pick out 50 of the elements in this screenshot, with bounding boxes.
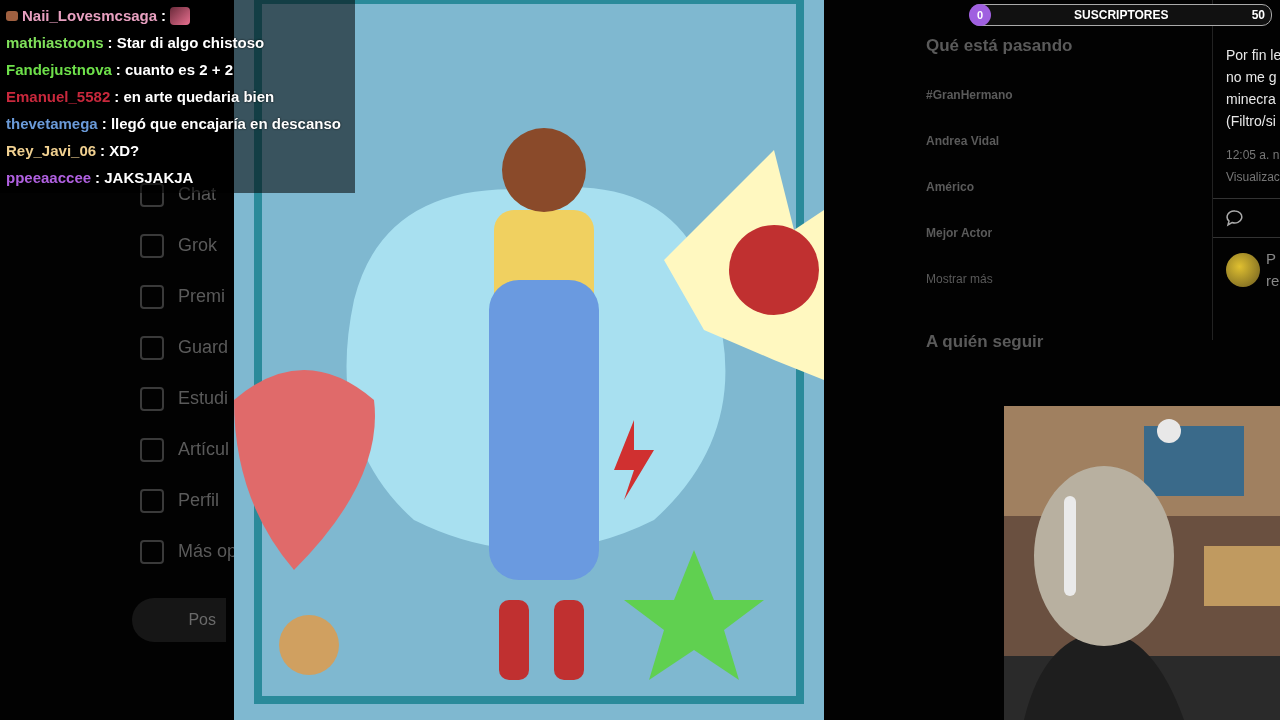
chat-message: : <box>161 7 167 24</box>
nav-icon <box>140 182 164 207</box>
nav-icon <box>140 437 164 462</box>
nav-item[interactable]: Chat <box>178 184 217 205</box>
nav-icon <box>140 284 164 309</box>
chat-username: mathiastoons <box>6 34 104 51</box>
nav-item[interactable]: Estudi <box>178 388 229 409</box>
trend-item[interactable]: #GranHermano <box>926 88 1200 102</box>
nav-item[interactable]: Artícul <box>178 439 229 460</box>
tweet-text: Por fin le <box>1226 46 1280 65</box>
nav-item[interactable]: Perfil <box>178 490 219 511</box>
show-more-link[interactable]: Mostrar más <box>926 272 1200 286</box>
reply-text: P <box>1266 249 1277 269</box>
goal-label: SUSCRIPTORES <box>1073 8 1170 22</box>
tweet-text: no me g <box>1226 68 1278 87</box>
chat-username: ppeeaaccee <box>6 169 92 186</box>
trend-item[interactable]: Andrea Vidal <box>926 134 1200 148</box>
nav-item[interactable]: Guard <box>178 337 229 358</box>
trend-item[interactable]: Mejor Actor <box>926 226 1200 240</box>
follow-title: A quién seguir <box>926 332 1045 352</box>
tweet-views: Visualizac <box>1226 169 1280 186</box>
goal-target: 50 <box>1251 8 1265 22</box>
nav-icon <box>140 488 164 513</box>
chat-username: thevetamega <box>6 115 98 132</box>
reply-text: re <box>1266 271 1280 291</box>
tweet-text: (Filtro/si <box>1226 112 1277 131</box>
reply-icon[interactable] <box>1226 209 1244 227</box>
post-button[interactable]: Pos <box>132 598 226 642</box>
chat-message: : en arte quedaria bien <box>114 88 275 105</box>
chat-username: Naii_Lovesmcsaga <box>22 7 158 24</box>
chat-username: Fandejustnova <box>6 61 112 78</box>
trend-item[interactable]: Américo <box>926 180 1200 194</box>
chat-username: Rey_Javi_06 <box>6 142 97 159</box>
chat-message: : llegó que encajaría en descanso <box>101 115 341 132</box>
nav-icon <box>140 233 164 258</box>
nav-item[interactable]: Grok <box>178 235 217 256</box>
tweet-time: 12:05 a. n <box>1226 147 1280 164</box>
nav-item[interactable]: Premi <box>178 286 225 307</box>
chat-username: Emanuel_5582 <box>6 88 111 105</box>
nav-icon <box>140 539 164 564</box>
chat-message: : cuanto es 2 + 2 <box>115 61 233 78</box>
nav-icon <box>140 335 164 360</box>
chat-message: : XD? <box>100 142 140 159</box>
tweet-text: minecra <box>1226 90 1277 109</box>
chat-message: : Star di algo chistoso <box>107 34 265 51</box>
chat-message: : JAKSJAKJA <box>95 169 194 186</box>
goal-current: 0 <box>969 4 991 26</box>
trends-title: Qué está pasando <box>926 36 1074 56</box>
nav-icon <box>140 386 164 411</box>
avatar <box>1226 253 1260 287</box>
